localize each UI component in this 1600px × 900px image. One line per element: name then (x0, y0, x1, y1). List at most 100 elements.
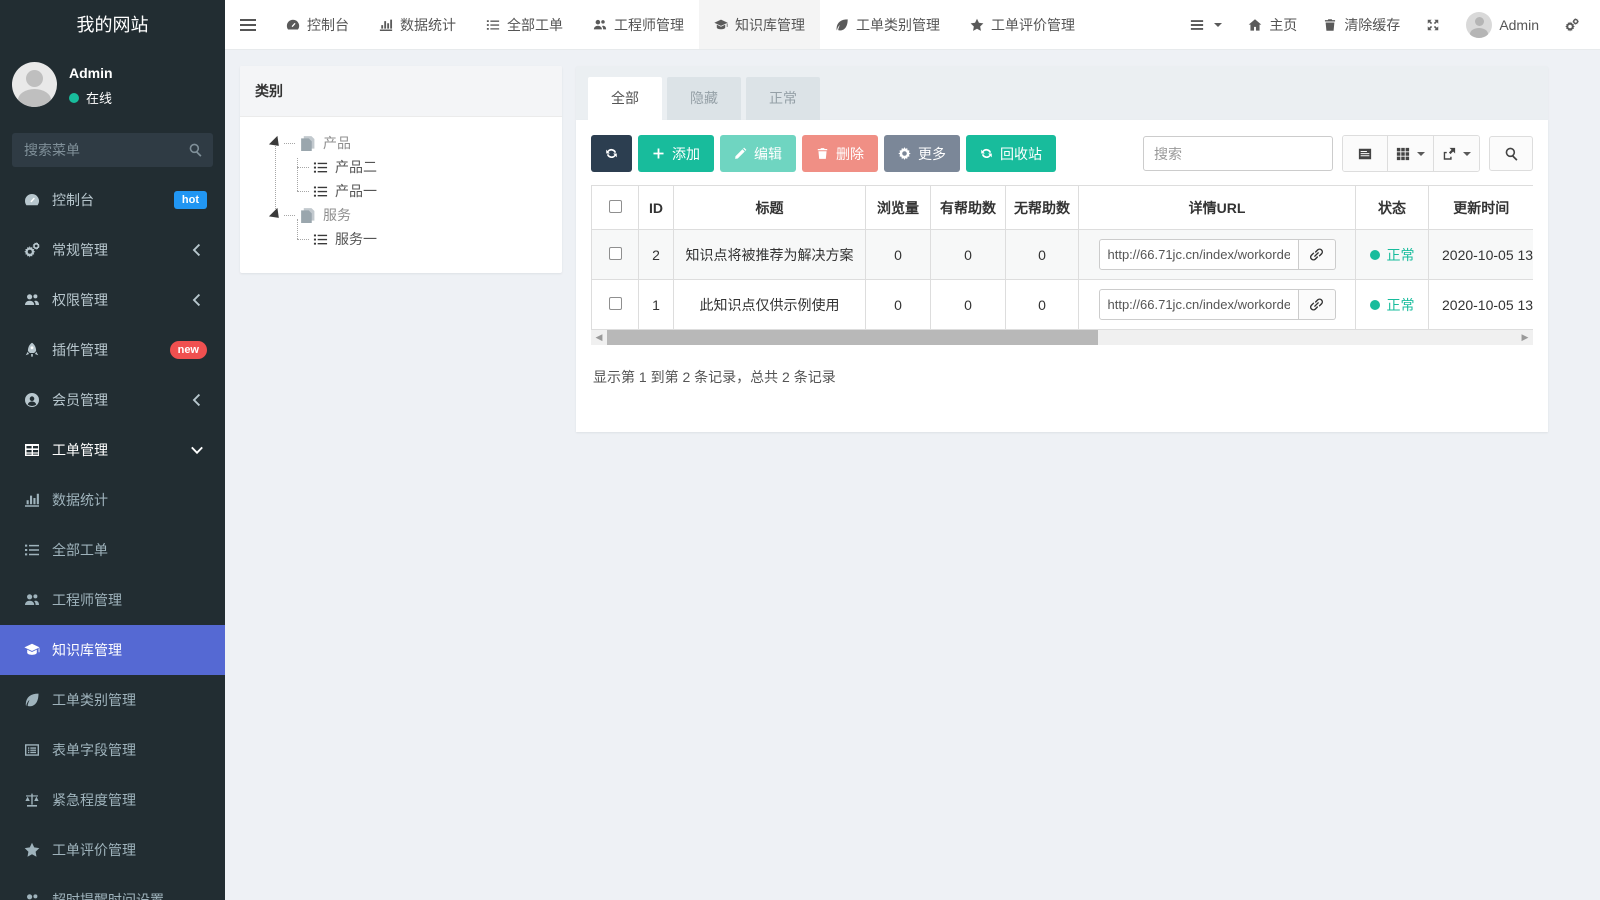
new-badge: new (170, 341, 207, 359)
col-updated[interactable]: 更新时间 (1429, 186, 1534, 230)
select-all-checkbox[interactable] (609, 200, 622, 213)
category-panel-title: 类别 (240, 66, 562, 117)
trash-icon (816, 147, 829, 160)
cell-views: 0 (866, 280, 931, 330)
users-icon (24, 292, 40, 308)
chevron-left-icon (189, 392, 205, 408)
sidebar-subitem-engineers[interactable]: 工程师管理 (0, 575, 225, 625)
avatar (1466, 12, 1492, 38)
chevron-left-icon (189, 292, 205, 308)
col-title[interactable]: 标题 (674, 186, 866, 230)
recycle-bin-button[interactable]: 回收站 (966, 135, 1056, 172)
nav-tab-all-orders[interactable]: 全部工单 (471, 0, 578, 49)
tab-list-dropdown[interactable] (1177, 0, 1235, 49)
export-icon (1442, 147, 1456, 161)
list-icon (313, 232, 328, 247)
rocket-icon (24, 342, 40, 358)
cell-views: 0 (866, 230, 931, 280)
list-icon (486, 18, 500, 32)
delete-button[interactable]: 删除 (802, 135, 878, 172)
user-status: 在线 (69, 88, 113, 107)
row-checkbox[interactable] (609, 297, 622, 310)
row-checkbox[interactable] (609, 247, 622, 260)
home-button[interactable]: 主页 (1235, 0, 1310, 49)
tree-node-product[interactable]: 产品 (252, 131, 552, 155)
scrollbar-thumb[interactable] (607, 330, 1098, 345)
open-link-button[interactable] (1299, 289, 1336, 320)
sidebar-item-member[interactable]: 会员管理 (0, 375, 225, 425)
status-dot-icon (1370, 250, 1380, 260)
col-views[interactable]: 浏览量 (866, 186, 931, 230)
filter-tabs: 全部 隐藏 正常 (576, 66, 1548, 120)
sidebar-item-general[interactable]: 常规管理 (0, 225, 225, 275)
leaf-icon (835, 18, 849, 32)
tree-expander-icon[interactable] (269, 136, 283, 150)
sidebar-subitem-knowledge[interactable]: 知识库管理 (0, 625, 225, 675)
settings-button[interactable] (1552, 0, 1592, 49)
scroll-right-arrow[interactable]: ▶ (1517, 330, 1533, 345)
export-button[interactable] (1433, 136, 1479, 171)
advanced-search-button[interactable] (1489, 136, 1533, 171)
tree-expander-icon[interactable] (269, 208, 283, 222)
cell-unhelpful: 0 (1006, 230, 1079, 280)
users-icon (24, 892, 40, 900)
table-search-input[interactable] (1143, 136, 1333, 171)
sidebar-subitem-all-orders[interactable]: 全部工单 (0, 525, 225, 575)
col-url[interactable]: 详情URL (1079, 186, 1356, 230)
columns-button[interactable] (1387, 136, 1433, 171)
sidebar-subitem-category[interactable]: 工单类别管理 (0, 675, 225, 725)
refresh-button[interactable] (591, 135, 632, 172)
caret-down-icon (1417, 152, 1425, 156)
link-icon (1309, 247, 1324, 262)
user-menu[interactable]: Admin (1453, 0, 1552, 49)
nav-tab-knowledge[interactable]: 知识库管理 (699, 0, 820, 49)
horizontal-scrollbar[interactable]: ◀ ▶ (591, 330, 1533, 345)
sidebar-item-workorder[interactable]: 工单管理 (0, 425, 225, 475)
col-id[interactable]: ID (639, 186, 674, 230)
nav-tab-evaluation[interactable]: 工单评价管理 (955, 0, 1090, 49)
open-link-button[interactable] (1299, 239, 1336, 270)
sidebar-item-auth[interactable]: 权限管理 (0, 275, 225, 325)
toggle-view-button[interactable] (1343, 136, 1387, 171)
sidebar-item-dashboard[interactable]: 控制台hot (0, 175, 225, 225)
scroll-left-arrow[interactable]: ◀ (591, 330, 607, 345)
clear-cache-button[interactable]: 清除缓存 (1310, 0, 1413, 49)
user-circle-icon (24, 392, 40, 408)
sidebar-toggle-button[interactable] (225, 0, 271, 49)
nav-tab-stats[interactable]: 数据统计 (364, 0, 471, 49)
edit-button[interactable]: 编辑 (720, 135, 796, 172)
sidebar-subitem-stats[interactable]: 数据统计 (0, 475, 225, 525)
add-button[interactable]: 添加 (638, 135, 714, 172)
sidebar-search-input[interactable] (12, 133, 213, 167)
sidebar-subitem-form-fields[interactable]: 表单字段管理 (0, 725, 225, 775)
pages-icon (299, 135, 316, 152)
sidebar-subitem-urgency[interactable]: 紧急程度管理 (0, 775, 225, 825)
tab-normal[interactable]: 正常 (746, 77, 820, 120)
col-status[interactable]: 状态 (1356, 186, 1429, 230)
detail-url-input[interactable] (1099, 289, 1299, 320)
sidebar-subitem-partial[interactable]: 超时提醒时间设置 (0, 875, 225, 900)
tab-hidden[interactable]: 隐藏 (667, 77, 741, 120)
form-icon (24, 742, 40, 758)
cell-helpful: 0 (931, 230, 1006, 280)
nav-tab-engineers[interactable]: 工程师管理 (578, 0, 699, 49)
cell-id: 2 (639, 230, 674, 280)
tab-all[interactable]: 全部 (588, 77, 662, 120)
sidebar-item-addon[interactable]: 插件管理new (0, 325, 225, 375)
list-icon (24, 542, 40, 558)
more-button[interactable]: 更多 (884, 135, 960, 172)
col-helpful[interactable]: 有帮助数 (931, 186, 1006, 230)
leaf-icon (24, 692, 40, 708)
gear-icon (898, 147, 911, 160)
detail-url-input[interactable] (1099, 239, 1299, 270)
content-area: 类别 产品 产品二 产品一 服务 服务一 全部 隐藏 正常 添加 编 (225, 50, 1600, 900)
nav-tab-dashboard[interactable]: 控制台 (271, 0, 364, 49)
sidebar-subitem-evaluation[interactable]: 工单评价管理 (0, 825, 225, 875)
nav-tab-category[interactable]: 工单类别管理 (820, 0, 955, 49)
col-unhelpful[interactable]: 无帮助数 (1006, 186, 1079, 230)
table-row: 2 知识点将被推荐为解决方案 0 0 0 正常 2020-10-05 13:0 (592, 230, 1534, 280)
cell-title: 此知识点仅供示例使用 (674, 280, 866, 330)
list-icon (313, 184, 328, 199)
fullscreen-button[interactable] (1413, 0, 1453, 49)
status-badge: 正常 (1370, 245, 1415, 265)
